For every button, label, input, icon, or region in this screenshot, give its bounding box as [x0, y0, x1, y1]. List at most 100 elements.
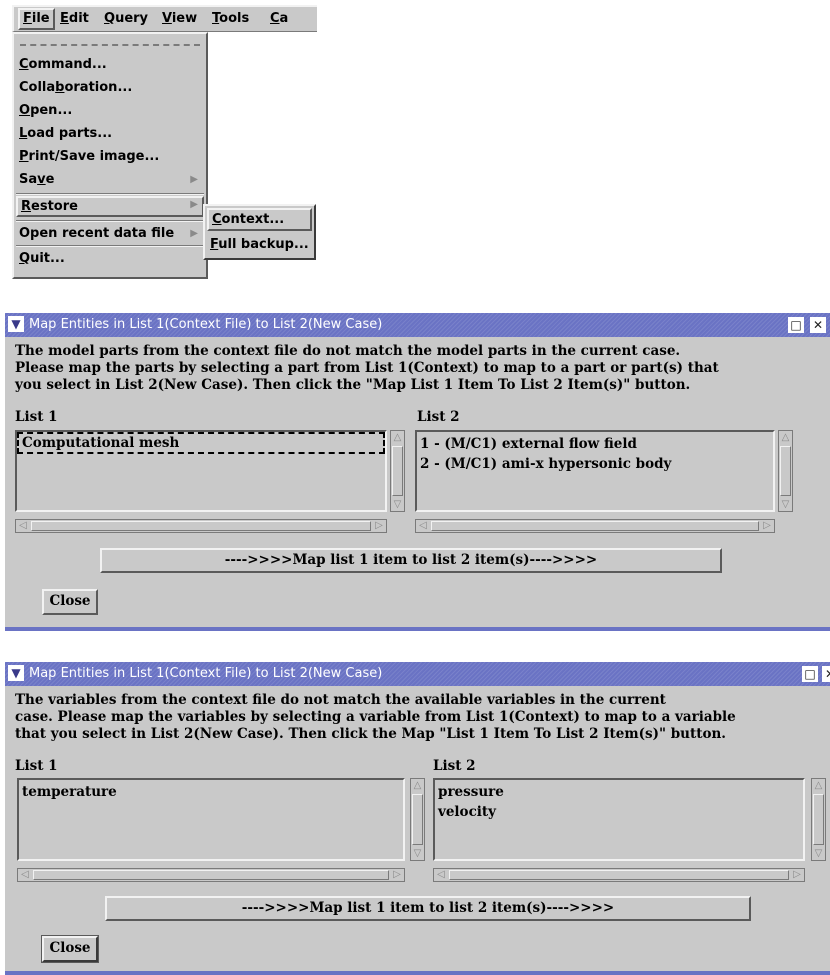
menu-item-print-save-image[interactable]: Print/Save image...: [16, 146, 204, 167]
menu-item-quit-mnemonic: Q: [19, 251, 31, 266]
list-item[interactable]: 1 - (M/C1) external flow field: [420, 436, 637, 452]
map-list-button[interactable]: ---->>>>Map list 1 item to list 2 item(s…: [100, 548, 722, 573]
scrollbar-thumb[interactable]: [412, 794, 423, 845]
scrollbar-thumb[interactable]: [813, 794, 824, 845]
list2-vertical-scrollbar[interactable]: △ ▽: [778, 430, 793, 512]
scroll-down-icon[interactable]: ▽: [411, 847, 424, 860]
list1-vertical-scrollbar[interactable]: △ ▽: [390, 430, 405, 512]
menu-file-mnemonic: F: [23, 11, 32, 26]
window-menu-chevron-icon[interactable]: ▼: [8, 665, 24, 681]
scroll-right-icon[interactable]: ▷: [372, 519, 386, 533]
list1-vertical-scrollbar[interactable]: △ ▽: [410, 778, 425, 861]
list2-box[interactable]: 1 - (M/C1) external flow field 2 - (M/C1…: [415, 430, 775, 512]
dialog-title-bar[interactable]: ▼ Map Entities in List 1(Context File) t…: [5, 313, 830, 337]
close-icon[interactable]: ✕: [822, 666, 830, 682]
menu-item-command-mnemonic: C: [19, 57, 29, 72]
scroll-down-icon[interactable]: ▽: [391, 498, 404, 511]
scroll-left-icon[interactable]: ◁: [16, 519, 30, 533]
dialog-title-bar[interactable]: ▼ Map Entities in List 1(Context File) t…: [5, 662, 830, 686]
list1-horizontal-scrollbar[interactable]: ◁ ▷: [17, 868, 405, 882]
menu-item-collaboration[interactable]: Collaboration...: [16, 77, 204, 98]
close-button[interactable]: Close: [41, 935, 99, 963]
list-item[interactable]: temperature: [22, 784, 117, 800]
scroll-down-icon[interactable]: ▽: [812, 847, 825, 860]
menu-case-rest: a: [279, 11, 289, 26]
scroll-right-icon[interactable]: ▷: [790, 868, 804, 882]
list1-horizontal-scrollbar[interactable]: ◁ ▷: [15, 519, 387, 533]
menu-item-collaboration-post: oration...: [64, 80, 133, 95]
scrollbar-thumb[interactable]: [431, 521, 759, 531]
scrollbar-thumb[interactable]: [449, 870, 789, 880]
list1-label: List 1: [15, 409, 58, 425]
submenu-item-full-backup-label: ull backup...: [218, 237, 309, 252]
list-item[interactable]: 2 - (M/C1) ami-x hypersonic body: [420, 456, 671, 472]
menu-query-mnemonic: Q: [104, 11, 116, 26]
scrollbar-thumb[interactable]: [31, 521, 371, 531]
scroll-right-icon[interactable]: ▷: [390, 868, 404, 882]
list1-label: List 1: [15, 758, 58, 774]
list-item[interactable]: velocity: [438, 804, 496, 820]
scroll-up-icon[interactable]: △: [812, 779, 825, 792]
scroll-down-icon[interactable]: ▽: [779, 498, 792, 511]
list2-horizontal-scrollbar[interactable]: ◁ ▷: [415, 519, 775, 533]
menu-file-rest: ile: [31, 11, 50, 26]
message-line: you select in List 2(New Case). Then cli…: [15, 377, 691, 393]
scrollbar-thumb[interactable]: [33, 870, 389, 880]
submenu-item-context[interactable]: Context...: [207, 208, 312, 231]
submenu-arrow-icon: ▶: [190, 174, 198, 185]
scroll-up-icon[interactable]: △: [779, 431, 792, 444]
dialog-title: Map Entities in List 1(Context File) to …: [29, 666, 383, 681]
list1-box[interactable]: Computational mesh: [15, 430, 387, 512]
scroll-up-icon[interactable]: △: [411, 779, 424, 792]
list1-box[interactable]: temperature: [17, 778, 405, 861]
menu-item-quit-post: uit...: [30, 251, 65, 266]
close-button[interactable]: Close: [42, 589, 98, 615]
menu-file[interactable]: File: [18, 8, 55, 30]
menu-item-print-post: rint/Save image...: [28, 149, 160, 164]
list2-vertical-scrollbar[interactable]: △ ▽: [811, 778, 826, 861]
list-item[interactable]: Computational mesh: [17, 432, 385, 454]
submenu-arrow-icon: ▶: [190, 199, 198, 210]
file-menu: Command... Collaboration... Open... Load…: [12, 32, 208, 279]
list2-box[interactable]: pressure velocity: [433, 778, 805, 861]
menu-case-mnemonic: C: [270, 11, 280, 26]
menu-item-command-post: ommand...: [28, 57, 107, 72]
message-line: that you select in List 2(New Case). The…: [15, 726, 726, 742]
menu-item-command[interactable]: Command...: [16, 54, 204, 75]
dialog-bottom-border: [5, 971, 830, 975]
menu-edit[interactable]: Edit: [60, 11, 89, 26]
menu-case[interactable]: Ca: [270, 11, 288, 26]
menu-item-load-parts[interactable]: Load parts...: [16, 123, 204, 144]
submenu-item-full-backup[interactable]: Full backup...: [207, 233, 312, 256]
map-list-button[interactable]: ---->>>>Map list 1 item to list 2 item(s…: [105, 896, 751, 921]
scroll-left-icon[interactable]: ◁: [416, 519, 430, 533]
list2-label: List 2: [417, 409, 460, 425]
list2-label: List 2: [433, 758, 476, 774]
list-item[interactable]: pressure: [438, 784, 504, 800]
restore-submenu: Context... Full backup...: [203, 204, 316, 260]
maximize-icon[interactable]: □: [802, 666, 818, 682]
scroll-right-icon[interactable]: ▷: [760, 519, 774, 533]
menu-item-save[interactable]: Save ▶: [16, 169, 204, 190]
list2-horizontal-scrollbar[interactable]: ◁ ▷: [433, 868, 805, 882]
scroll-up-icon[interactable]: △: [391, 431, 404, 444]
window-menu-chevron-icon[interactable]: ▼: [8, 316, 24, 332]
dialog-title: Map Entities in List 1(Context File) to …: [29, 317, 383, 332]
menu-view[interactable]: View: [162, 11, 197, 26]
scroll-left-icon[interactable]: ◁: [18, 868, 32, 882]
menu-separator: [16, 220, 204, 222]
menu-item-open[interactable]: Open...: [16, 100, 204, 121]
scrollbar-thumb[interactable]: [392, 446, 403, 496]
menu-item-restore[interactable]: Restore ▶: [16, 196, 204, 217]
menu-query[interactable]: Query: [104, 11, 148, 26]
menu-item-quit[interactable]: Quit...: [16, 248, 204, 269]
menu-query-rest: uery: [115, 11, 149, 26]
scroll-left-icon[interactable]: ◁: [434, 868, 448, 882]
menu-tools[interactable]: Tools: [212, 11, 249, 26]
menu-separator: [16, 245, 204, 247]
close-icon[interactable]: ✕: [810, 317, 826, 333]
tear-off-line[interactable]: [20, 44, 200, 46]
maximize-icon[interactable]: □: [788, 317, 804, 333]
menu-item-open-recent[interactable]: Open recent data file ▶: [16, 223, 204, 244]
scrollbar-thumb[interactable]: [780, 446, 791, 496]
